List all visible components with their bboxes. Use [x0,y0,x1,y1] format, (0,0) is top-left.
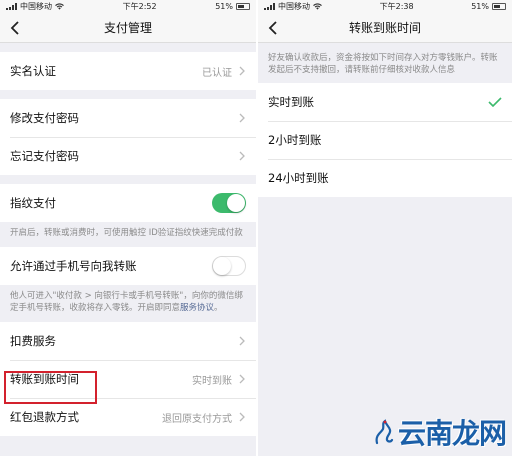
chevron-right-icon [239,113,245,123]
toggle-knob [213,257,231,275]
chevron-right-icon [239,412,245,422]
fingerprint-toggle[interactable] [212,193,246,213]
phone-transfer-row: 允许通过手机号向我转账 [0,247,256,285]
status-bar: 中国移动 下午2:52 51% [0,0,256,13]
back-arrow-icon[interactable] [8,20,24,36]
payment-management-screen: 中国移动 下午2:52 51% 支付管理 实名认证 已认证 修改支付密码 忘记支… [0,0,256,456]
realname-status: 已认证 [202,67,232,79]
carrier-label: 中国移动 [278,2,310,11]
dragon-logo-icon [375,419,394,445]
highlight-box [4,371,97,404]
option-label: 实时到账 [268,95,314,109]
forgot-password-label: 忘记支付密码 [10,149,79,163]
chevron-right-icon [239,374,245,384]
fingerprint-row: 指纹支付 [0,184,256,222]
modify-password-label: 修改支付密码 [10,111,79,125]
phone-transfer-group: 允许通过手机号向我转账 [0,247,256,285]
battery-icon [236,3,250,10]
battery-percent: 51% [215,2,233,11]
red-packet-refund-label: 红包退款方式 [10,410,79,424]
deduction-service-label: 扣费服务 [10,334,56,348]
page-title: 转账到账时间 [348,21,421,35]
toggle-knob [227,194,245,212]
service-agreement-link[interactable]: 服务协议 [180,303,214,313]
fingerprint-group: 指纹支付 [0,184,256,222]
deduction-service-row[interactable]: 扣费服务 [0,322,256,360]
realname-label: 实名认证 [10,64,56,78]
fingerprint-label: 指纹支付 [10,196,56,210]
transfer-arrival-time-screen: 中国移动 下午2:38 51% 转账到账时间 好友确认收款后，资金将按如下时间存… [258,0,512,456]
signal-icon [264,3,275,10]
wifi-icon [55,3,64,10]
status-bar: 中国移动 下午2:38 51% [258,0,512,13]
battery-icon [492,3,506,10]
chevron-right-icon [239,151,245,161]
nav-bar: 支付管理 [0,13,256,43]
arrival-time-description: 好友确认收款后，资金将按如下时间存入对方零钱账户。转账发起后不支持撤回，请转账前… [268,53,498,75]
wifi-icon [313,3,322,10]
chevron-right-icon [239,66,245,76]
clock: 下午2:38 [379,2,414,11]
option-label: 2小时到账 [268,133,322,147]
watermark: 云南龙网 [373,412,507,452]
red-packet-refund-value: 退回原支付方式 [162,413,232,425]
watermark-text: 云南龙网 [397,417,507,450]
forgot-password-row[interactable]: 忘记支付密码 [0,137,256,175]
realname-row[interactable]: 实名认证 已认证 [0,52,256,90]
option-instant[interactable]: 实时到账 [258,83,512,121]
carrier-label: 中国移动 [20,2,52,11]
phone-transfer-label: 允许通过手机号向我转账 [10,259,137,273]
phone-transfer-note: 他人可进入"收付款 > 向银行卡或手机号转账"，向你的微信绑定手机号转账，收款将… [0,285,256,322]
checkmark-icon [488,97,502,107]
signal-icon [6,3,17,10]
phone-transfer-toggle[interactable] [212,256,246,276]
battery-percent: 51% [471,2,489,11]
fingerprint-note: 开启后，转账或消费时，可使用触控 ID验证指纹快速完成付款 [10,228,243,238]
option-24-hours[interactable]: 24小时到账 [258,159,512,197]
chevron-right-icon [239,336,245,346]
modify-password-row[interactable]: 修改支付密码 [0,99,256,137]
back-arrow-icon[interactable] [266,20,282,36]
clock: 下午2:52 [122,2,157,11]
password-group: 修改支付密码 忘记支付密码 [0,99,256,175]
transfer-arrival-time-value: 实时到账 [192,375,232,387]
option-2-hours[interactable]: 2小时到账 [258,121,512,159]
page-title: 支付管理 [103,21,152,35]
arrival-options-list: 实时到账 2小时到账 24小时到账 [258,83,512,197]
phone-transfer-note-end: 。 [214,303,223,313]
nav-bar: 转账到账时间 [258,13,512,43]
realname-group: 实名认证 已认证 [0,52,256,90]
option-label: 24小时到账 [268,171,329,185]
